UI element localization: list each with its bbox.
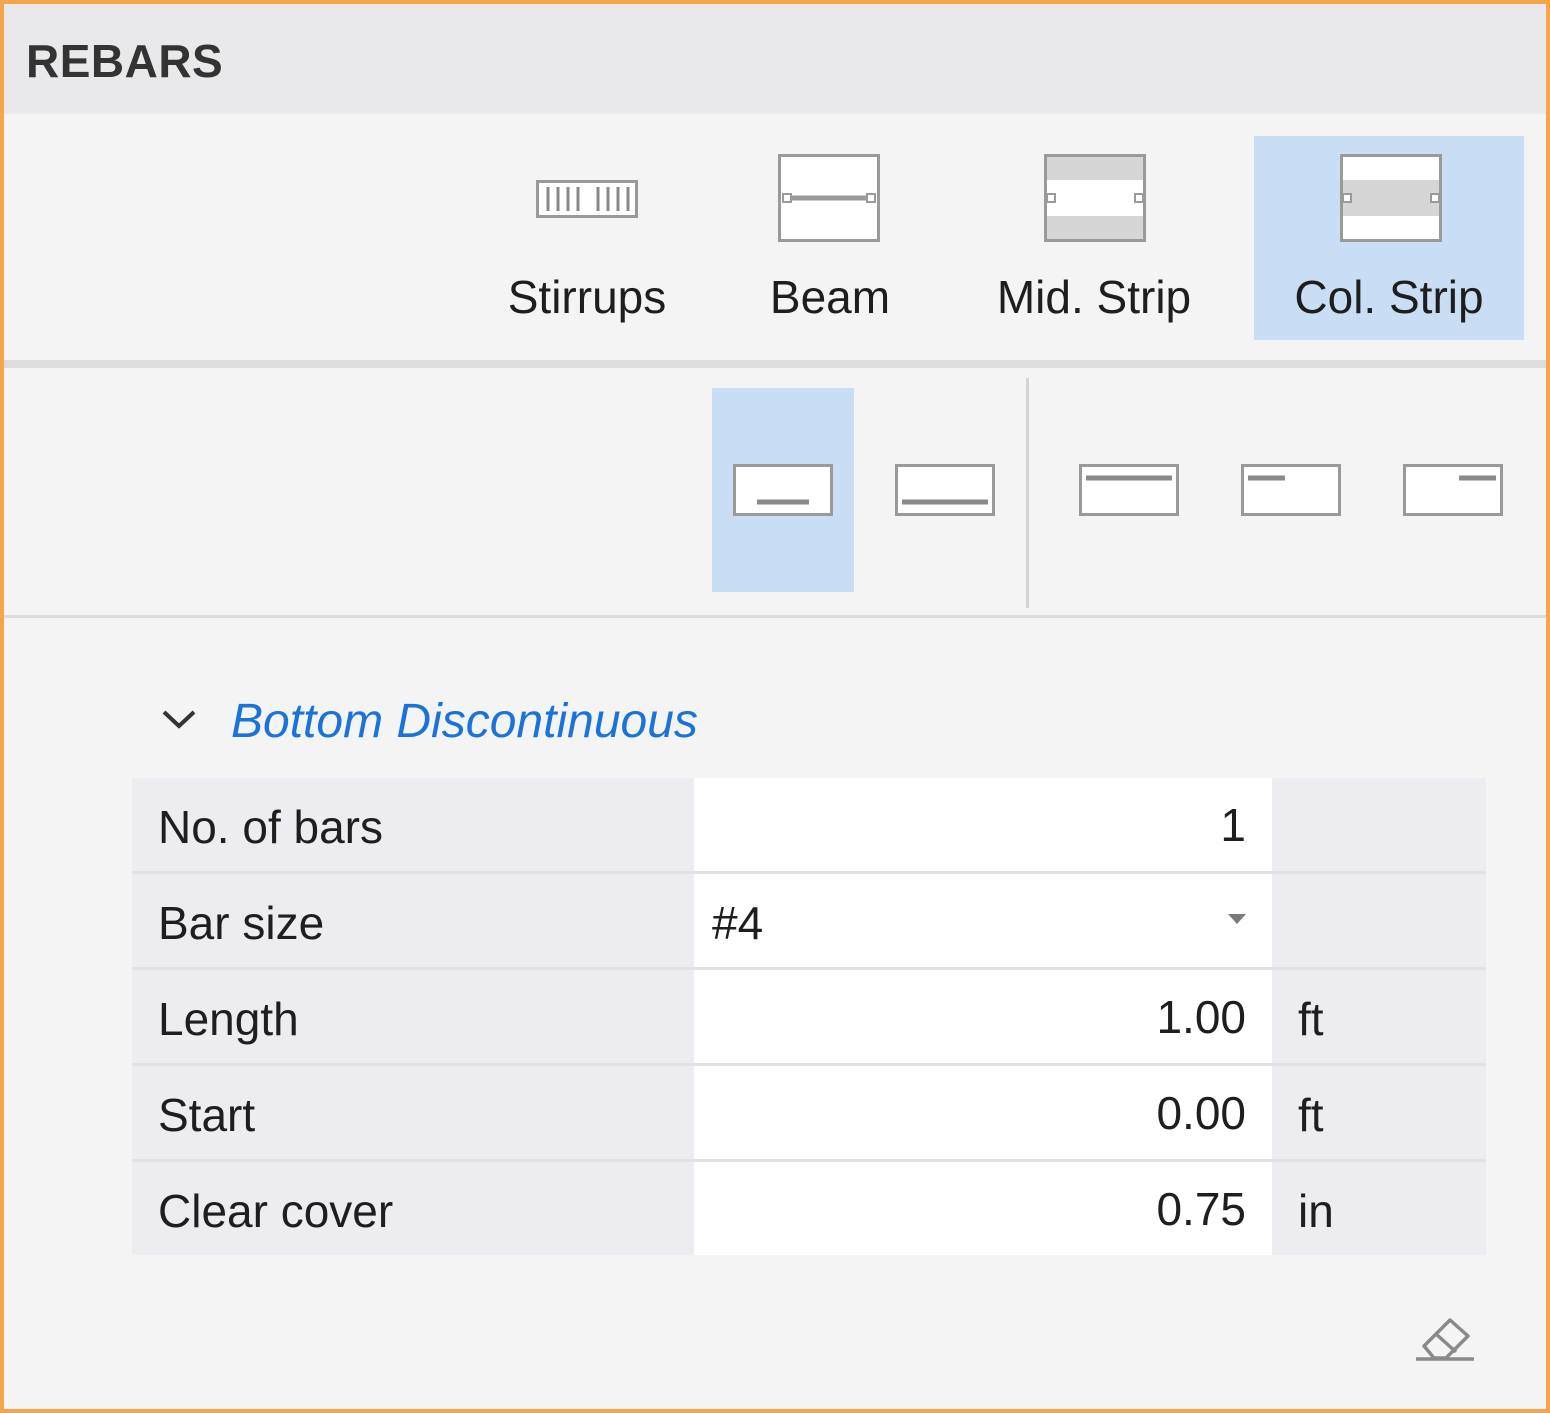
bar-position-top-right-discontinuous-button[interactable] — [1382, 388, 1524, 592]
length-input[interactable] — [694, 970, 1272, 1063]
property-row-clear-cover: Clear cover in — [132, 1162, 1486, 1255]
property-label: Bar size — [158, 897, 325, 949]
property-label: No. of bars — [158, 801, 383, 853]
top-right-discontinuous-icon — [1403, 464, 1503, 516]
rebar-type-stirrups-label: Stirrups — [507, 271, 667, 323]
rebar-type-col-strip-button[interactable]: Col. Strip — [1254, 136, 1524, 340]
bar-position-top-left-discontinuous-button[interactable] — [1220, 388, 1362, 592]
rebar-type-toolbar: Stirrups Beam Mid. Strip Col. Strip — [4, 114, 1546, 362]
dropdown-arrow-icon[interactable] — [1226, 912, 1248, 926]
beam-icon — [778, 154, 880, 242]
property-label: Clear cover — [158, 1185, 394, 1237]
clear-cover-input[interactable] — [694, 1162, 1272, 1255]
bar-position-toolbar — [4, 368, 1546, 615]
rebar-type-beam-label: Beam — [769, 271, 891, 323]
property-unit: ft — [1298, 1089, 1324, 1141]
bottom-discontinuous-icon — [733, 464, 833, 516]
eraser-icon[interactable] — [1412, 1310, 1478, 1362]
stirrups-icon — [536, 180, 638, 218]
rebar-type-stirrups-button[interactable]: Stirrups — [492, 136, 682, 340]
bar-position-top-continuous-button[interactable] — [1058, 388, 1200, 592]
bar-size-dropdown[interactable]: #4 — [694, 874, 1272, 967]
rebar-type-beam-button[interactable]: Beam — [746, 136, 914, 340]
start-input[interactable] — [694, 1066, 1272, 1159]
rebar-type-col-strip-label: Col. Strip — [1294, 271, 1484, 323]
position-group-divider — [1026, 378, 1029, 608]
property-unit: in — [1298, 1185, 1334, 1237]
col-strip-icon — [1340, 154, 1442, 242]
bar-position-bottom-continuous-button[interactable] — [874, 388, 1016, 592]
panel-title: REBARS — [26, 35, 224, 87]
mid-strip-icon — [1044, 154, 1146, 242]
rebar-type-mid-strip-button[interactable]: Mid. Strip — [974, 136, 1214, 340]
toolbar-divider — [4, 360, 1546, 368]
rebars-panel: REBARS Stirrups Beam Mid. Strip Col. Str… — [0, 0, 1550, 1413]
top-continuous-icon — [1079, 464, 1179, 516]
property-grid: No. of bars Bar size #4 Length ft Start … — [132, 778, 1486, 1255]
property-row-start: Start ft — [132, 1066, 1486, 1159]
section-title: Bottom Discontinuous — [231, 695, 698, 748]
section-divider — [4, 615, 1546, 618]
property-label: Length — [158, 993, 299, 1045]
bar-size-selected-value: #4 — [712, 897, 764, 949]
property-unit: ft — [1298, 993, 1324, 1045]
property-row-length: Length ft — [132, 970, 1486, 1063]
property-label: Start — [158, 1089, 256, 1141]
property-row-no-of-bars: No. of bars — [132, 778, 1486, 871]
rebar-type-mid-strip-label: Mid. Strip — [996, 271, 1192, 323]
chevron-down-icon[interactable] — [159, 706, 199, 732]
top-left-discontinuous-icon — [1241, 464, 1341, 516]
property-row-bar-size: Bar size #4 — [132, 874, 1486, 967]
panel-header: REBARS — [4, 4, 1546, 114]
no-of-bars-input[interactable] — [694, 778, 1272, 871]
bar-position-bottom-discontinuous-button[interactable] — [712, 388, 854, 592]
bottom-continuous-icon — [895, 464, 995, 516]
